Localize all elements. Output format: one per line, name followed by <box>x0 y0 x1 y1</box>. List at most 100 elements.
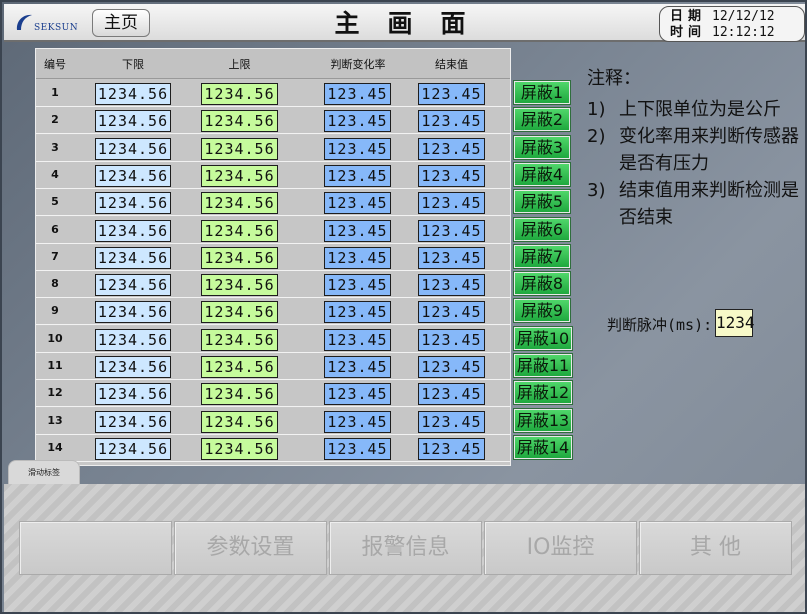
row-number: 6 <box>51 222 59 236</box>
shield-button[interactable]: 屏蔽2 <box>513 107 571 133</box>
change-rate-field[interactable]: 123.45 <box>324 164 391 187</box>
end-value-field[interactable]: 123.45 <box>418 383 485 406</box>
row-number: 3 <box>51 140 59 154</box>
end-value-field[interactable]: 123.45 <box>418 410 485 433</box>
upper-limit-field[interactable]: 1234.56 <box>201 437 278 460</box>
table-row: 4 1234.56 1234.56 123.45 123.45 <box>36 161 510 189</box>
lower-limit-field[interactable]: 1234.56 <box>95 437 171 460</box>
change-rate-field[interactable]: 123.45 <box>324 246 391 269</box>
lower-limit-field[interactable]: 1234.56 <box>95 219 171 242</box>
change-rate-field[interactable]: 123.45 <box>324 383 391 406</box>
upper-limit-field[interactable]: 1234.56 <box>201 83 278 105</box>
shield-button[interactable]: 屏蔽10 <box>513 325 573 351</box>
shield-button[interactable]: 屏蔽6 <box>513 216 571 242</box>
shield-button[interactable]: 屏蔽14 <box>513 434 573 460</box>
header-rate: 判断变化率 <box>330 58 386 71</box>
change-rate-field[interactable]: 123.45 <box>324 410 391 433</box>
end-value-field[interactable]: 123.45 <box>418 110 485 133</box>
lower-limit-field[interactable]: 1234.56 <box>95 383 171 406</box>
header-lower: 下限 <box>122 58 144 71</box>
end-value-field[interactable]: 123.45 <box>418 192 485 215</box>
upper-limit-field[interactable]: 1234.56 <box>201 274 278 297</box>
change-rate-field[interactable]: 123.45 <box>324 192 391 215</box>
table-row: 11 1234.56 1234.56 123.45 123.45 <box>36 353 510 380</box>
change-rate-field[interactable]: 123.45 <box>324 356 391 378</box>
shield-button[interactable]: 屏蔽4 <box>513 161 571 187</box>
lower-limit-field[interactable]: 1234.56 <box>95 301 171 324</box>
note-text: 变化率用来判断传感器是否有压力 <box>619 126 799 174</box>
end-value-field[interactable]: 123.45 <box>418 356 485 378</box>
shield-button[interactable]: 屏蔽11 <box>513 353 573 378</box>
table-row: 9 1234.56 1234.56 123.45 123.45 <box>36 298 510 326</box>
shield-button[interactable]: 屏蔽9 <box>513 298 571 324</box>
nav-button-parameter-settings[interactable]: 参数设置 <box>174 521 327 575</box>
shield-button[interactable]: 屏蔽7 <box>513 243 571 269</box>
upper-limit-field[interactable]: 1234.56 <box>201 328 278 351</box>
end-value-field[interactable]: 123.45 <box>418 164 485 187</box>
end-value-field[interactable]: 123.45 <box>418 301 485 324</box>
scroll-tab[interactable]: 滑动标签 <box>8 460 80 484</box>
end-value-field[interactable]: 123.45 <box>418 328 485 351</box>
upper-limit-field[interactable]: 1234.56 <box>201 246 278 269</box>
end-value-field[interactable]: 123.45 <box>418 137 485 160</box>
date-row: 日期 12/12/12 <box>670 9 775 25</box>
end-value-field[interactable]: 123.45 <box>418 83 485 105</box>
upper-limit-field[interactable]: 1234.56 <box>201 164 278 187</box>
shield-button[interactable]: 屏蔽3 <box>513 134 571 160</box>
upper-limit-field[interactable]: 1234.56 <box>201 219 278 242</box>
change-rate-field[interactable]: 123.45 <box>324 83 391 105</box>
table-row: 7 1234.56 1234.56 123.45 123.45 <box>36 243 510 271</box>
shield-button[interactable]: 屏蔽8 <box>513 271 571 297</box>
lower-limit-field[interactable]: 1234.56 <box>95 274 171 297</box>
row-number: 8 <box>51 277 59 291</box>
table-row: 5 1234.56 1234.56 123.45 123.45 <box>36 189 510 217</box>
upper-limit-field[interactable]: 1234.56 <box>201 410 278 433</box>
lower-limit-field[interactable]: 1234.56 <box>95 410 171 433</box>
end-value-field[interactable]: 123.45 <box>418 437 485 460</box>
table-row: 14 1234.56 1234.56 123.45 123.45 <box>36 434 510 462</box>
table-header: 编号 下限 上限 判断变化率 结束值 <box>36 49 510 79</box>
header-end: 结束值 <box>435 58 468 71</box>
row-number: 4 <box>51 167 59 181</box>
nav-button-blank[interactable] <box>19 521 172 575</box>
end-value-field[interactable]: 123.45 <box>418 219 485 242</box>
change-rate-field[interactable]: 123.45 <box>324 328 391 351</box>
shield-button[interactable]: 屏蔽12 <box>513 380 573 406</box>
change-rate-field[interactable]: 123.45 <box>324 137 391 160</box>
lower-limit-field[interactable]: 1234.56 <box>95 110 171 133</box>
lower-limit-field[interactable]: 1234.56 <box>95 246 171 269</box>
end-value-field[interactable]: 123.45 <box>418 274 485 297</box>
upper-limit-field[interactable]: 1234.56 <box>201 383 278 406</box>
nav-button-io-monitor[interactable]: IO监控 <box>484 521 637 575</box>
nav-button-other[interactable]: 其 他 <box>639 521 792 575</box>
end-value-field[interactable]: 123.45 <box>418 246 485 269</box>
home-button[interactable]: 主页 <box>92 9 150 37</box>
lower-limit-field[interactable]: 1234.56 <box>95 192 171 215</box>
change-rate-field[interactable]: 123.45 <box>324 110 391 133</box>
upper-limit-field[interactable]: 1234.56 <box>201 137 278 160</box>
shield-button[interactable]: 屏蔽5 <box>513 189 571 215</box>
upper-limit-field[interactable]: 1234.56 <box>201 356 278 378</box>
row-number: 9 <box>51 304 59 318</box>
shield-button[interactable]: 屏蔽1 <box>513 80 571 105</box>
nav-button-alarm-info[interactable]: 报警信息 <box>329 521 482 575</box>
lower-limit-field[interactable]: 1234.56 <box>95 328 171 351</box>
parameter-table: 编号 下限 上限 判断变化率 结束值 1 1234.56 1234.56 123.45… <box>35 48 511 466</box>
change-rate-field[interactable]: 123.45 <box>324 437 391 460</box>
table-row: 3 1234.56 1234.56 123.45 123.45 <box>36 134 510 162</box>
change-rate-field[interactable]: 123.45 <box>324 219 391 242</box>
table-row: 2 1234.56 1234.56 123.45 123.45 <box>36 107 510 135</box>
lower-limit-field[interactable]: 1234.56 <box>95 83 171 105</box>
change-rate-field[interactable]: 123.45 <box>324 301 391 324</box>
upper-limit-field[interactable]: 1234.56 <box>201 192 278 215</box>
change-rate-field[interactable]: 123.45 <box>324 274 391 297</box>
pulse-input[interactable]: 1234 <box>715 309 755 337</box>
shield-button[interactable]: 屏蔽13 <box>513 407 573 433</box>
upper-limit-field[interactable]: 1234.56 <box>201 110 278 133</box>
lower-limit-field[interactable]: 1234.56 <box>95 164 171 187</box>
lower-limit-field[interactable]: 1234.56 <box>95 137 171 160</box>
upper-limit-field[interactable]: 1234.56 <box>201 301 278 324</box>
note-item: 2) 变化率用来判断传感器是否有压力 <box>587 123 807 177</box>
row-number: 7 <box>51 249 59 263</box>
lower-limit-field[interactable]: 1234.56 <box>95 356 171 378</box>
